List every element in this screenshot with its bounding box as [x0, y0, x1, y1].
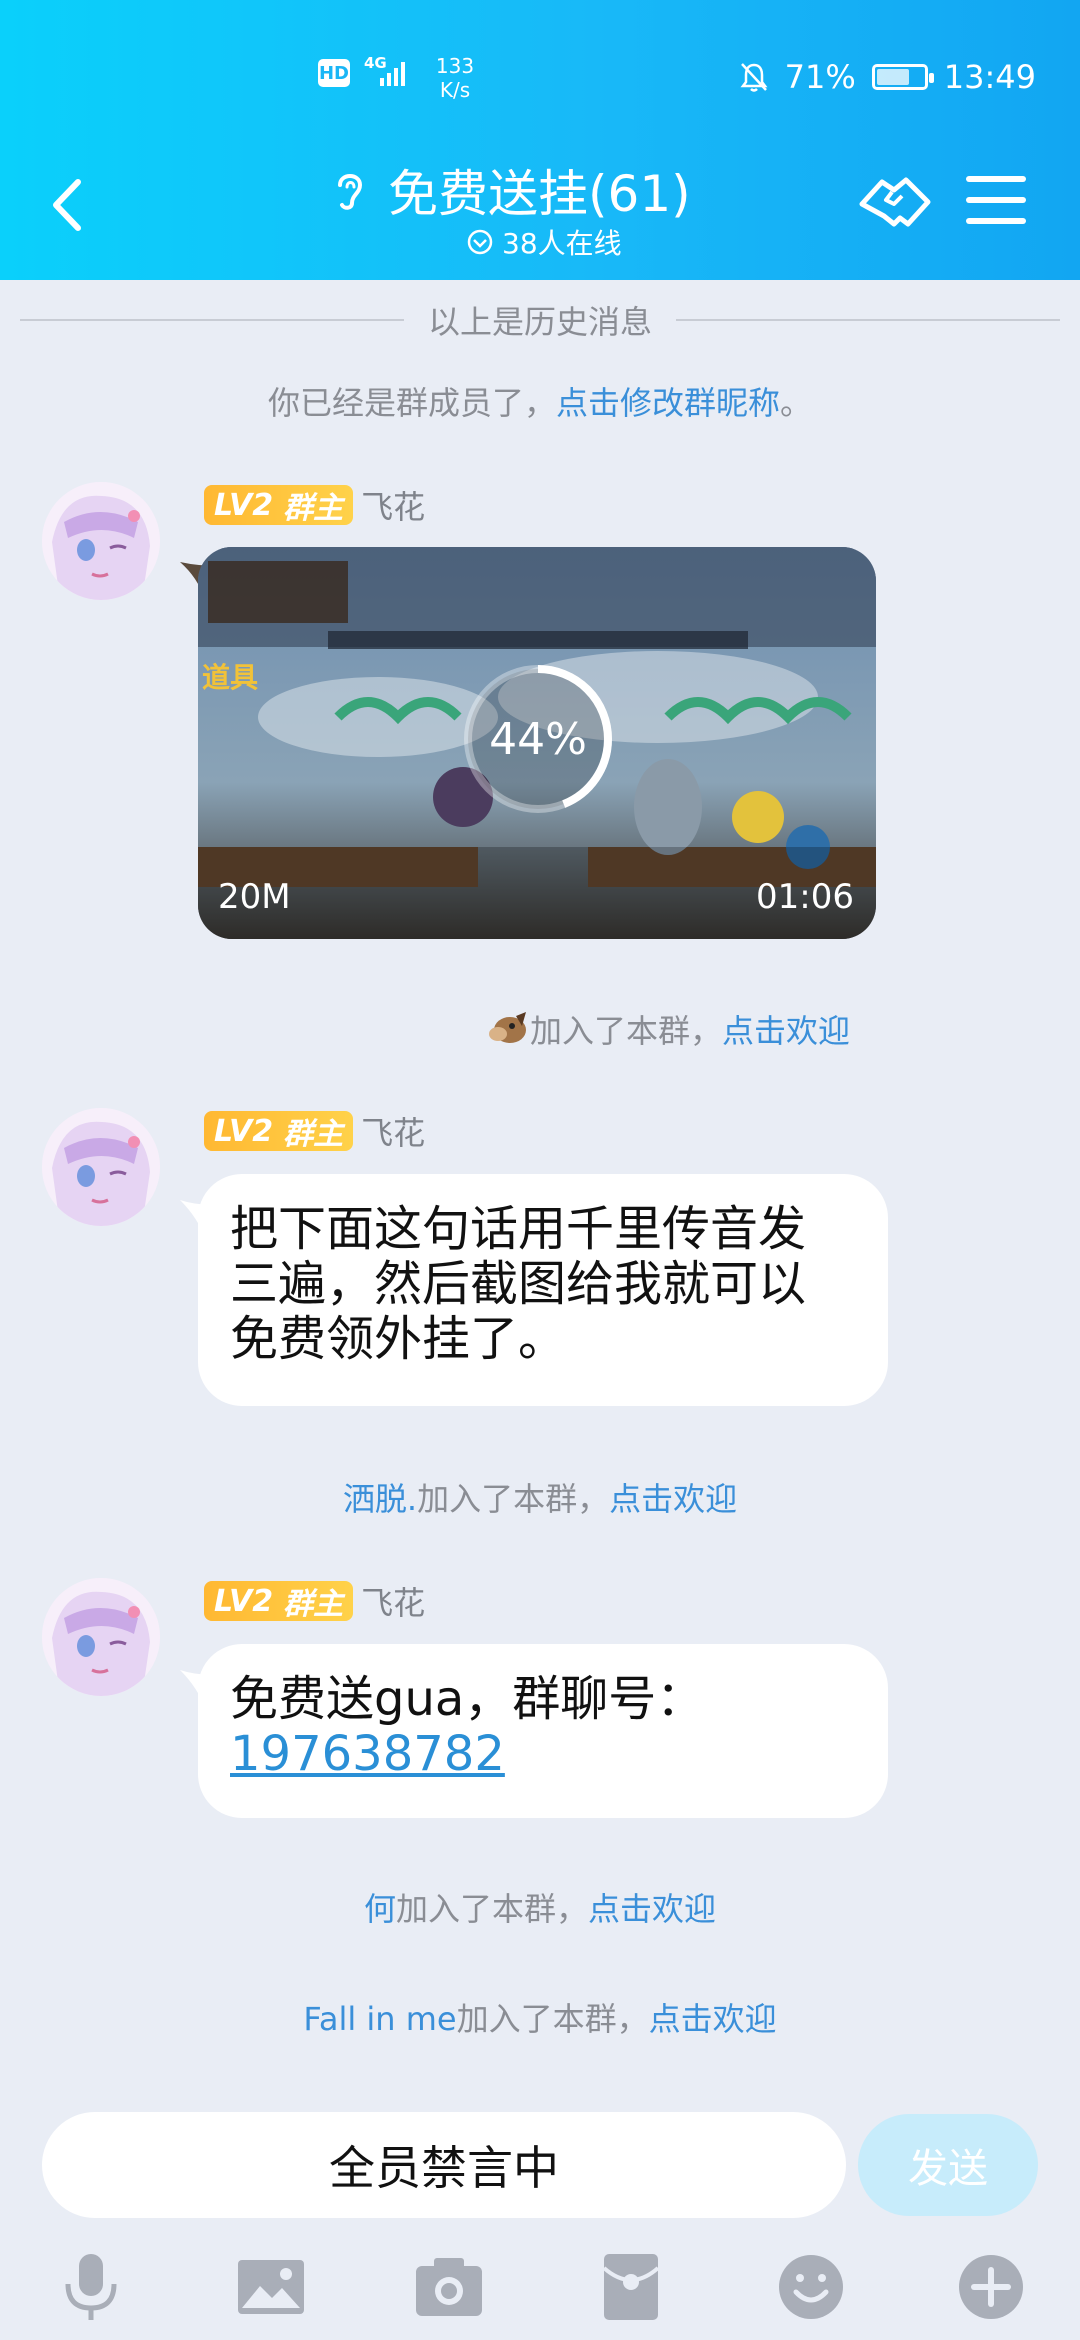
role-label: 群主: [283, 491, 344, 526]
group-title: 免费送挂(61): [388, 165, 691, 223]
send-button[interactable]: 发送: [858, 2114, 1038, 2216]
role-label: 群主: [283, 1117, 344, 1152]
history-divider: 以上是历史消息: [20, 300, 1061, 341]
message-input[interactable]: 全员禁言中: [42, 2112, 846, 2218]
image-icon[interactable]: [236, 2252, 306, 2322]
network-speed: 133 K/s: [425, 54, 485, 102]
red-packet-icon[interactable]: [596, 2252, 666, 2322]
avatar[interactable]: [42, 1578, 160, 1696]
anime-avatar-icon: [42, 1578, 160, 1696]
member-notice-end: 。: [780, 384, 813, 422]
menu-button[interactable]: [966, 176, 1026, 230]
join-notice: 加入了本群，点击欢迎: [488, 1006, 1008, 1052]
owner-badge: LV2 群主: [204, 1111, 354, 1152]
welcome-link[interactable]: 点击欢迎: [609, 1480, 737, 1518]
member-name[interactable]: 何: [364, 1890, 396, 1928]
welcome-link[interactable]: 点击欢迎: [588, 1890, 716, 1928]
anime-avatar-icon: [42, 1108, 160, 1226]
handshake-icon[interactable]: [856, 168, 936, 238]
battery-fill: [876, 69, 910, 85]
signal-icon: 4G: [364, 54, 412, 88]
level-label: LV2: [214, 1113, 274, 1149]
menu-line: [966, 176, 1026, 182]
earpiece-icon: [338, 174, 363, 210]
back-button[interactable]: [40, 170, 100, 240]
edit-nickname-link[interactable]: 点击修改群昵称: [556, 384, 780, 422]
battery-percent: 71%: [784, 58, 856, 96]
sender-name[interactable]: 飞花: [361, 1108, 425, 1154]
level-label: LV2: [214, 487, 274, 523]
sender-name[interactable]: 飞花: [361, 1578, 425, 1624]
message-line: 三遍，然后截图给我就可以: [230, 1256, 807, 1312]
text-message[interactable]: 免费送gua，群聊号： 197638782: [198, 1644, 888, 1818]
menu-line: [966, 218, 1026, 224]
join-text: 加入了本群，: [530, 1012, 723, 1050]
status-right: 71% 13:49: [739, 58, 1036, 96]
sender-info: LV2 群主 飞花: [204, 1578, 425, 1624]
online-text: 38人在线: [502, 227, 622, 260]
owner-badge: LV2 群主: [204, 1581, 354, 1622]
battery-icon: [871, 64, 934, 90]
divider-line: [676, 319, 1061, 321]
chat-header: HD 4G 133 K/s 71% 13:49 免费送挂(61) 38人在线: [0, 0, 1080, 280]
speed-unit: K/s: [439, 78, 471, 102]
status-bar: HD 4G 133 K/s 71% 13:49: [0, 52, 1080, 102]
welcome-link[interactable]: 点击欢迎: [649, 2000, 777, 2038]
join-notice: 洒脱.加入了本群，点击欢迎: [0, 1474, 1080, 1520]
join-text: 加入了本群，: [456, 2000, 649, 2038]
history-label: 以上是历史消息: [428, 303, 653, 341]
owner-badge: LV2 群主: [204, 485, 354, 526]
member-notice-text: 你已经是群成员了，: [267, 384, 556, 422]
member-name[interactable]: Fall in me: [303, 2000, 456, 2038]
avatar[interactable]: [42, 1108, 160, 1226]
nav-bar: 免费送挂(61) 38人在线: [0, 150, 1080, 270]
group-number-link[interactable]: 197638782: [230, 1727, 856, 1782]
svg-text:道具: 道具: [202, 661, 258, 693]
join-notice: 何加入了本群，点击欢迎: [0, 1884, 1080, 1930]
silent-bell-icon: [740, 63, 768, 92]
emoji-icon[interactable]: [776, 2252, 846, 2322]
progress-percent: 44%: [489, 713, 587, 765]
title-area[interactable]: 免费送挂(61) 38人在线: [330, 154, 750, 260]
join-text: 加入了本群，: [417, 1480, 610, 1518]
muted-placeholder: 全员禁言中: [329, 2141, 559, 2195]
sender-info: LV2 群主 飞花: [204, 1108, 425, 1154]
join-text: 加入了本群，: [395, 1890, 588, 1928]
mic-icon[interactable]: [56, 2252, 126, 2322]
video-message[interactable]: 道具 44% 20M 01:06: [198, 547, 876, 939]
avatar[interactable]: [42, 482, 160, 600]
hd-badge: HD: [318, 59, 350, 87]
video-duration: 01:06: [756, 877, 854, 917]
sender-info: LV2 群主 飞花: [204, 482, 425, 528]
dog-emoji-icon: [489, 1012, 526, 1043]
camera-icon[interactable]: [414, 2252, 484, 2322]
online-count: 38人在线: [466, 222, 622, 262]
menu-line: [966, 197, 1026, 203]
signal-group: HD 4G: [318, 54, 412, 88]
level-label: LV2: [214, 1583, 274, 1619]
member-notice: 你已经是群成员了，点击修改群昵称。: [0, 378, 1080, 424]
member-name[interactable]: 洒脱.: [343, 1480, 417, 1518]
video-size: 20M: [218, 877, 291, 917]
online-status-icon: [467, 229, 493, 255]
sender-name[interactable]: 飞花: [361, 482, 425, 528]
divider-line: [20, 319, 404, 321]
text-message[interactable]: 把下面这句话用千里传音发 三遍，然后截图给我就可以 免费领外挂了。: [198, 1174, 888, 1406]
message-line: 把下面这句话用千里传音发: [230, 1201, 807, 1257]
clock: 13:49: [943, 58, 1036, 96]
message-line: 免费送gua，群聊号：: [230, 1671, 705, 1727]
anime-avatar-icon: [42, 482, 160, 600]
input-toolbar: [0, 2240, 1080, 2340]
speed-value: 133: [435, 54, 475, 78]
join-notice: Fall in me加入了本群，点击欢迎: [0, 1994, 1080, 2040]
plus-icon[interactable]: [956, 2252, 1026, 2322]
message-line: 免费领外挂了。: [230, 1311, 567, 1367]
role-label: 群主: [283, 1587, 344, 1622]
welcome-link[interactable]: 点击欢迎: [722, 1012, 850, 1050]
